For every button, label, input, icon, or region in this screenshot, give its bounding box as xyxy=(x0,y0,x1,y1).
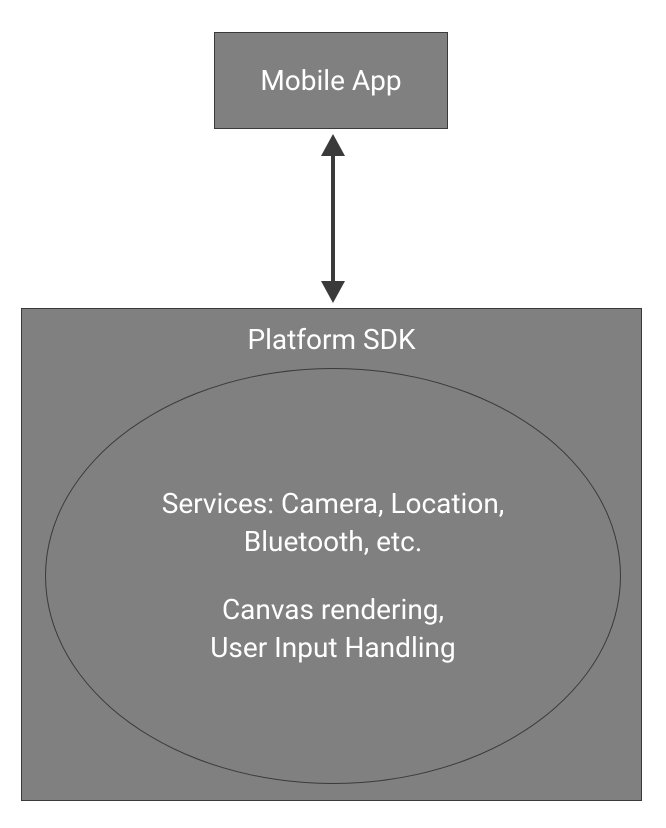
services-text: Services: Camera, Location, Bluetooth, e… xyxy=(162,485,505,561)
platform-sdk-title: Platform SDK xyxy=(22,323,641,356)
arrow-down-icon xyxy=(321,281,345,303)
services-line-2: Bluetooth, etc. xyxy=(244,525,422,558)
services-ellipse: Services: Camera, Location, Bluetooth, e… xyxy=(45,368,621,784)
bidirectional-arrow xyxy=(326,134,340,303)
services-line-1: Services: Camera, Location, xyxy=(162,487,505,520)
ellipse-container: Services: Camera, Location, Bluetooth, e… xyxy=(45,368,621,784)
canvas-text: Canvas rendering, User Input Handling xyxy=(210,591,456,667)
mobile-app-label: Mobile App xyxy=(260,64,401,97)
arrow-line xyxy=(331,146,335,291)
mobile-app-box: Mobile App xyxy=(214,32,448,129)
canvas-line-1: Canvas rendering, xyxy=(222,593,444,626)
canvas-line-2: User Input Handling xyxy=(210,631,456,664)
platform-sdk-box: Platform SDK Services: Camera, Location,… xyxy=(21,308,642,801)
